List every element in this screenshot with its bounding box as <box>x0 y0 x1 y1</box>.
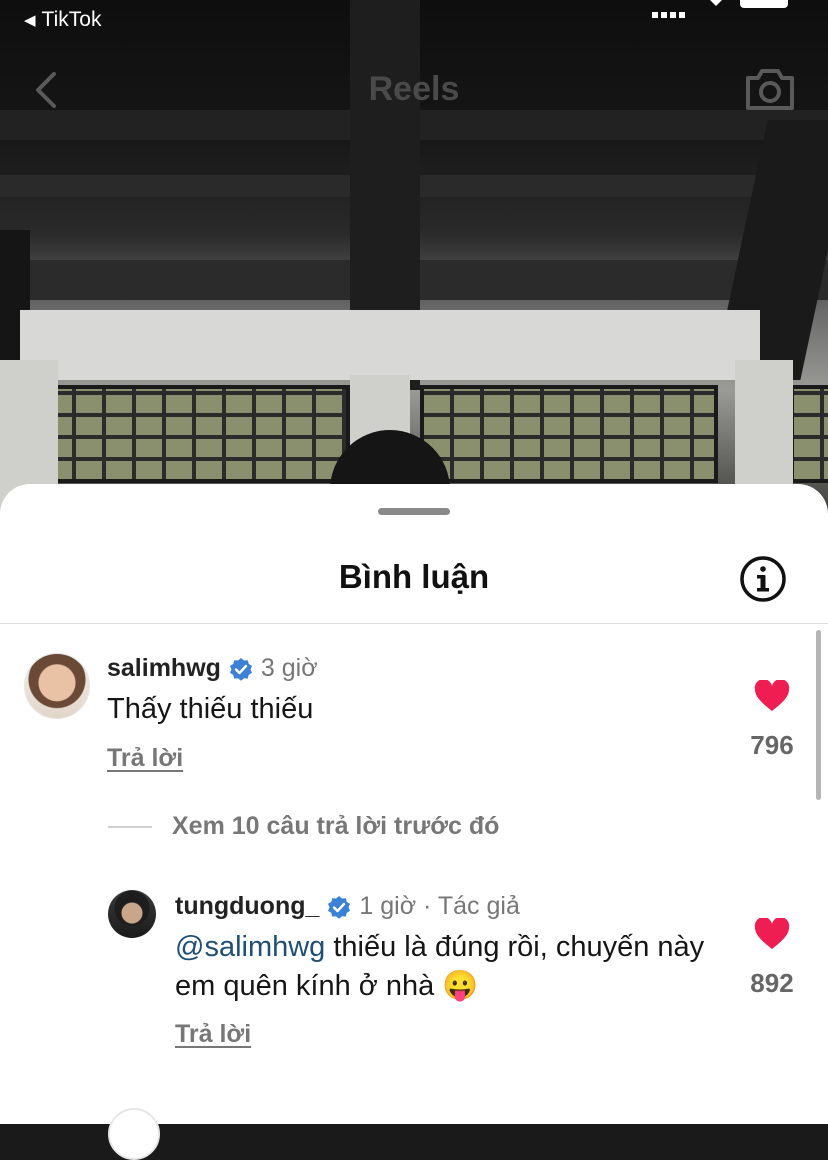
like-button[interactable]: 892 <box>737 918 807 999</box>
thread-line <box>108 825 152 828</box>
reply-text: @salimhwg thiếu là đúng rồi, chuyến này … <box>175 928 725 1006</box>
wall-band <box>20 310 760 380</box>
like-count: 796 <box>750 730 794 760</box>
lattice-window <box>420 385 718 483</box>
status-bar: ◀ TikTok <box>0 0 828 44</box>
comment-text: Thấy thiếu thiếu <box>107 693 314 725</box>
heart-icon <box>754 680 790 711</box>
wifi-icon <box>710 0 722 6</box>
heart-icon <box>754 918 790 949</box>
back-triangle-icon: ◀ <box>24 12 36 29</box>
camera-icon[interactable] <box>744 66 796 112</box>
avatar[interactable] <box>108 890 156 938</box>
avatar[interactable] <box>24 653 90 719</box>
reply-header: tungduong_ 1 giờ · Tác giả <box>175 892 520 921</box>
comment-username[interactable]: salimhwg <box>107 654 221 683</box>
lattice-window <box>42 385 350 483</box>
reels-top-nav: Reels <box>0 60 828 120</box>
reply-button[interactable]: Trả lời <box>175 1020 251 1049</box>
reply-username[interactable]: tungduong_ <box>175 892 319 921</box>
mention-link[interactable]: @salimhwg <box>175 931 325 963</box>
lattice-window <box>790 385 828 483</box>
comment-header: salimhwg 3 giờ <box>107 654 318 683</box>
verified-badge-icon <box>328 895 351 919</box>
page-title: Reels <box>368 70 460 108</box>
cellular-signal-icon <box>652 0 692 18</box>
like-button[interactable]: 796 <box>737 680 807 761</box>
view-previous-replies-label: Xem 10 câu trả lời trước đó <box>172 812 500 840</box>
avatar[interactable] <box>108 1108 160 1160</box>
comments-sheet: Bình luận salimhwg 3 giờ Thấy thiếu thiế… <box>0 484 828 1160</box>
info-icon[interactable] <box>739 555 787 603</box>
back-app-label: TikTok <box>41 8 102 31</box>
back-to-app-link[interactable]: ◀ TikTok <box>24 8 101 32</box>
reply-button[interactable]: Trả lời <box>107 744 183 773</box>
like-count: 892 <box>750 968 794 998</box>
sheet-grabber-handle[interactable] <box>378 508 450 515</box>
header-divider <box>0 623 828 624</box>
comments-title: Bình luận <box>338 558 490 595</box>
view-previous-replies-button[interactable]: Xem 10 câu trả lời trước đó <box>108 812 499 841</box>
scrollbar[interactable] <box>816 630 821 800</box>
comment-time: 3 giờ <box>260 654 318 682</box>
battery-icon <box>740 0 788 8</box>
reply-time: 1 giờ · Tác giả <box>359 892 520 920</box>
verified-badge-icon <box>229 657 252 681</box>
